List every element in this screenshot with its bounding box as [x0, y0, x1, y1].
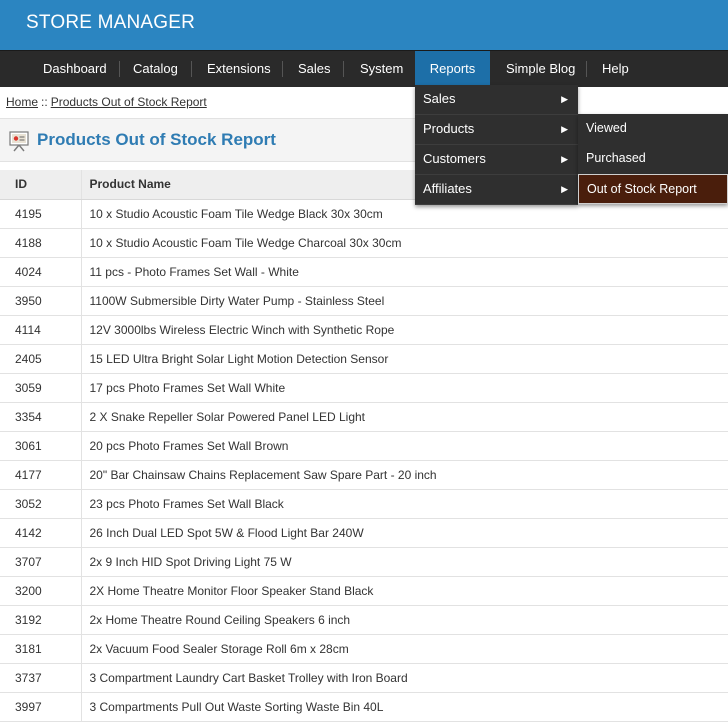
table-row: 3059 17 pcs Photo Frames Set Wall White: [0, 373, 728, 403]
cell-product-name: 23 pcs Photo Frames Set Wall Black: [81, 489, 728, 519]
submenu-purchased[interactable]: Purchased: [578, 144, 728, 174]
table-row: 3707 2x 9 Inch HID Spot Driving Light 75 …: [0, 547, 728, 577]
cell-product-name: 12V 3000lbs Wireless Electric Winch with…: [81, 315, 728, 345]
nav-reports[interactable]: Reports: [415, 51, 490, 87]
cell-product-name: 20 pcs Photo Frames Set Wall Brown: [81, 431, 728, 461]
nav-separator: [343, 61, 344, 77]
table-row: 4177 20" Bar Chainsaw Chains Replacement …: [0, 460, 728, 490]
cell-product-name: 2X Home Theatre Monitor Floor Speaker St…: [81, 576, 728, 606]
cell-id: 3200: [0, 576, 82, 606]
cell-id: 3737: [0, 663, 82, 693]
products-submenu: Viewed Purchased Out of Stock Report: [578, 114, 728, 204]
cell-id: 3707: [0, 547, 82, 577]
cell-product-name: 15 LED Ultra Bright Solar Light Motion D…: [81, 344, 728, 374]
report-icon: [9, 131, 29, 152]
reports-menu-products[interactable]: Products ▶: [415, 115, 578, 145]
nav-separator: [191, 61, 192, 77]
cell-product-name: 3 Compartments Pull Out Waste Sorting Wa…: [81, 692, 728, 722]
breadcrumb-current[interactable]: Products Out of Stock Report: [51, 95, 207, 109]
cell-id: 3950: [0, 286, 82, 316]
nav-catalog[interactable]: Catalog: [133, 51, 178, 87]
top-header: STORE MANAGER: [0, 0, 728, 50]
table-row: 4024 11 pcs - Photo Frames Set Wall - Whi…: [0, 257, 728, 287]
nav-dashboard[interactable]: Dashboard: [43, 51, 107, 87]
reports-menu-label: Sales: [423, 91, 456, 106]
cell-id: 4114: [0, 315, 82, 345]
cell-product-name: 17 pcs Photo Frames Set Wall White: [81, 373, 728, 403]
cell-id: 3181: [0, 634, 82, 664]
cell-product-name: 2 X Snake Repeller Solar Powered Panel L…: [81, 402, 728, 432]
app-title: STORE MANAGER: [26, 12, 196, 33]
cell-id: 3354: [0, 402, 82, 432]
nav-simple-blog[interactable]: Simple Blog: [506, 51, 575, 87]
table-row: 4188 10 x Studio Acoustic Foam Tile Wedge…: [0, 228, 728, 258]
reports-menu-label: Products: [423, 121, 475, 136]
table-row: 3052 23 pcs Photo Frames Set Wall Black: [0, 489, 728, 519]
chevron-right-icon: ▶: [561, 94, 568, 104]
nav-extensions[interactable]: Extensions: [207, 51, 271, 87]
chevron-right-icon: ▶: [561, 154, 568, 164]
cell-id: 3997: [0, 692, 82, 722]
cell-id: 4024: [0, 257, 82, 287]
reports-menu-affiliates[interactable]: Affiliates ▶: [415, 175, 578, 205]
nav-system[interactable]: System: [360, 51, 403, 87]
cell-id: 3061: [0, 431, 82, 461]
nav-separator: [586, 61, 587, 77]
cell-id: 4177: [0, 460, 82, 490]
table-row: 3950 1100W Submersible Dirty Water Pump -…: [0, 286, 728, 316]
cell-product-name: 3 Compartment Laundry Cart Basket Trolle…: [81, 663, 728, 693]
cell-id: 4195: [0, 199, 82, 229]
submenu-viewed[interactable]: Viewed: [578, 114, 728, 144]
cell-product-name: 20" Bar Chainsaw Chains Replacement Saw …: [81, 460, 728, 490]
reports-menu-label: Affiliates: [423, 181, 472, 196]
table-row: 4142 26 Inch Dual LED Spot 5W & Flood Lig…: [0, 518, 728, 548]
page-title: Products Out of Stock Report: [37, 130, 276, 149]
submenu-out-of-stock-report[interactable]: Out of Stock Report: [578, 174, 728, 204]
reports-menu-sales[interactable]: Sales ▶: [415, 85, 578, 115]
cell-product-name: 2x Vacuum Food Sealer Storage Roll 6m x …: [81, 634, 728, 664]
breadcrumb-home[interactable]: Home: [6, 95, 38, 109]
table-row: 3192 2x Home Theatre Round Ceiling Speake…: [0, 605, 728, 635]
cell-id: 4142: [0, 518, 82, 548]
nav-separator: [119, 61, 120, 77]
nav-separator: [282, 61, 283, 77]
table-row: 3181 2x Vacuum Food Sealer Storage Roll 6…: [0, 634, 728, 664]
chevron-right-icon: ▶: [561, 184, 568, 194]
breadcrumb-separator: ::: [41, 95, 48, 109]
table-row: 4114 12V 3000lbs Wireless Electric Winch …: [0, 315, 728, 345]
reports-menu-label: Customers: [423, 151, 486, 166]
cell-product-name: 11 pcs - Photo Frames Set Wall - White: [81, 257, 728, 287]
table-row: 3997 3 Compartments Pull Out Waste Sortin…: [0, 692, 728, 722]
report-table: ID Product Name 4195 10 x Studio Acoustic…: [0, 170, 728, 722]
breadcrumb: Home:: Products Out of Stock Report: [6, 95, 207, 109]
table-row: 3354 2 X Snake Repeller Solar Powered Pan…: [0, 402, 728, 432]
cell-id: 4188: [0, 228, 82, 258]
cell-product-name: 2x 9 Inch HID Spot Driving Light 75 W: [81, 547, 728, 577]
cell-product-name: 1100W Submersible Dirty Water Pump - Sta…: [81, 286, 728, 316]
nav-help[interactable]: Help: [602, 51, 629, 87]
table-row: 3200 2X Home Theatre Monitor Floor Speake…: [0, 576, 728, 606]
cell-product-name: 10 x Studio Acoustic Foam Tile Wedge Cha…: [81, 228, 728, 258]
cell-id: 3059: [0, 373, 82, 403]
chevron-right-icon: ▶: [561, 124, 568, 134]
cell-id: 3052: [0, 489, 82, 519]
main-nav: Dashboard Catalog Extensions Sales Syste…: [0, 50, 728, 87]
reports-dropdown: Sales ▶ Products ▶ Customers ▶ Affiliate…: [415, 85, 578, 205]
cell-id: 3192: [0, 605, 82, 635]
cell-id: 2405: [0, 344, 82, 374]
table-row: 3737 3 Compartment Laundry Cart Basket Tr…: [0, 663, 728, 693]
cell-product-name: 26 Inch Dual LED Spot 5W & Flood Light B…: [81, 518, 728, 548]
cell-product-name: 2x Home Theatre Round Ceiling Speakers 6…: [81, 605, 728, 635]
column-header-id[interactable]: ID: [0, 170, 82, 200]
reports-menu-customers[interactable]: Customers ▶: [415, 145, 578, 175]
nav-sales[interactable]: Sales: [298, 51, 331, 87]
table-row: 3061 20 pcs Photo Frames Set Wall Brown: [0, 431, 728, 461]
table-row: 2405 15 LED Ultra Bright Solar Light Moti…: [0, 344, 728, 374]
